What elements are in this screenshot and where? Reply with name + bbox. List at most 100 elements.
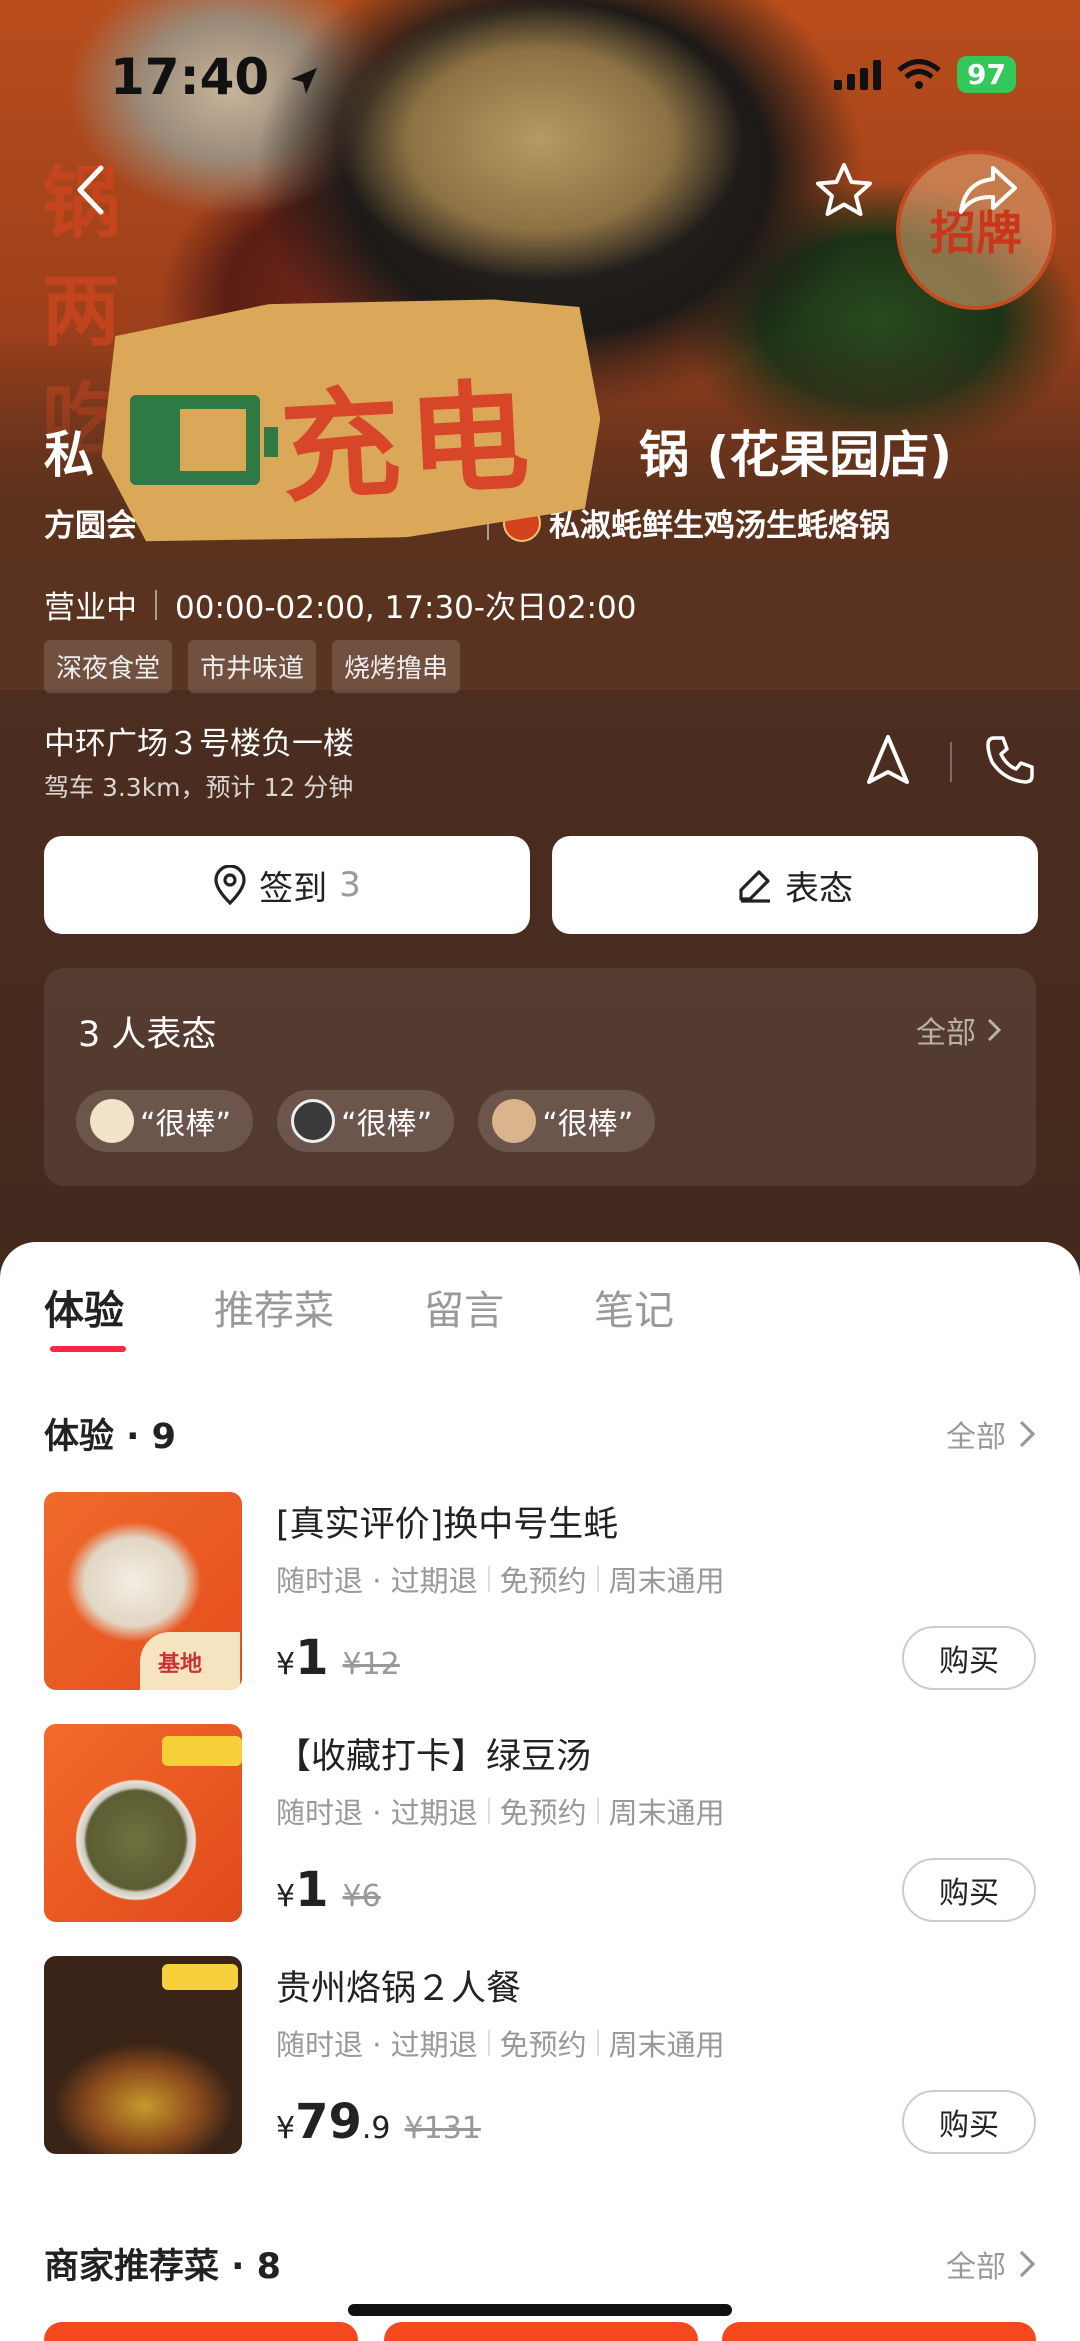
back-button[interactable] (48, 148, 132, 232)
store-address[interactable]: 中环广场３号楼负一楼 (44, 718, 354, 763)
divider (596, 1566, 599, 1592)
reactions-all-link[interactable]: 全部 (916, 1008, 1002, 1052)
tab-bar: 体验 推荐菜 留言 笔记 (44, 1278, 764, 1352)
deal-price: ¥ 1 ¥6 (276, 1862, 381, 1918)
status-bar: 17:40 97 (0, 0, 1080, 150)
divider (950, 742, 952, 782)
deal-price: ¥ 1 ¥12 (276, 1630, 400, 1686)
react-button[interactable]: 表态 (552, 836, 1038, 934)
price-currency: ¥ (276, 1879, 296, 1914)
deal-price: ¥ 79 .9 ¥131 (276, 2094, 481, 2150)
pencil-icon (739, 870, 770, 903)
tab-recommended-dishes[interactable]: 推荐菜 (214, 1278, 334, 1352)
avatar (90, 1099, 134, 1143)
checkin-label: 签到 (259, 868, 328, 909)
deal-item[interactable]: 贵州烙锅２人餐 随时退 · 过期退 免预约 周末通用 ¥ 79 .9 ¥131 … (44, 1956, 1036, 2156)
deal-terms: 随时退 · 过期退 免预约 周末通用 (276, 1558, 725, 1600)
phone-icon (986, 736, 1034, 784)
deal-term: 免预约 (499, 1564, 587, 1598)
reaction-pill[interactable]: “很棒” (277, 1090, 455, 1152)
deal-term: 随时退 · 过期退 (276, 1564, 478, 1598)
deal-image-mung-bean-soup (44, 1724, 242, 1922)
recommend-dish-card[interactable] (44, 2322, 358, 2341)
call-button[interactable] (968, 718, 1052, 802)
tab-notes[interactable]: 笔记 (594, 1278, 674, 1352)
checkin-button[interactable]: 签到 3 (44, 836, 530, 934)
recommend-dish-card[interactable] (722, 2322, 1036, 2341)
open-status: 营业中 (44, 590, 137, 626)
recommend-dish-card[interactable] (384, 2322, 698, 2341)
deal-term: 周末通用 (608, 1564, 725, 1598)
chevron-right-icon (1019, 2250, 1036, 2277)
navigate-button[interactable] (846, 718, 930, 802)
store-title-end: 锅 (花果园店) (639, 426, 953, 484)
price-currency: ¥ (276, 1647, 296, 1682)
share-button[interactable] (946, 148, 1030, 232)
deal-name: [真实评价]换中号生蚝 (276, 1505, 619, 1545)
store-tag[interactable]: 烧烤撸串 (332, 640, 461, 693)
divider (487, 2030, 490, 2056)
reactions-card: 3 人表态 全部 “很棒” “很棒” “很棒” (44, 968, 1036, 1186)
buy-button[interactable]: 购买 (902, 1626, 1036, 1690)
business-hours: 营业中 00:00-02:00, 17:30-次日02:00 (44, 582, 636, 627)
reaction-list: “很棒” “很棒” “很棒” (76, 1090, 656, 1152)
original-price: ¥131 (404, 2111, 481, 2146)
store-tag[interactable]: 深夜食堂 (44, 640, 173, 693)
deal-name: 【收藏打卡】绿豆汤 (276, 1737, 592, 1777)
battery-level: 97 (967, 58, 1006, 91)
price-value: 1 (295, 1630, 329, 1686)
deal-term: 免预约 (499, 1796, 587, 1830)
divider (487, 1798, 490, 1824)
deal-image-oyster: 基地 (44, 1492, 242, 1690)
deal-terms: 随时退 · 过期退 免预约 周末通用 (276, 2022, 725, 2064)
tab-comments[interactable]: 留言 (424, 1278, 504, 1352)
battery-sticker-icon (130, 395, 278, 485)
location-pin-icon (214, 865, 246, 905)
price-value: 79 (295, 2094, 362, 2150)
deal-term: 随时退 · 过期退 (276, 1796, 478, 1830)
deal-term: 随时退 · 过期退 (276, 2028, 478, 2062)
store-tag[interactable]: 市井味道 (188, 640, 317, 693)
experience-header: 体验 · 9 全部 (44, 1408, 1036, 1459)
store-tags: 深夜食堂 市井味道 烧烤撸串 (44, 640, 461, 693)
price-decimal: .9 (361, 2111, 391, 2146)
deal-item[interactable]: 【收藏打卡】绿豆汤 随时退 · 过期退 免预约 周末通用 ¥ 1 ¥6 购买 (44, 1724, 1036, 1924)
reaction-text: “很棒” (542, 1107, 634, 1142)
recommend-all-link[interactable]: 全部 (946, 2242, 1036, 2286)
avatar (492, 1099, 537, 1143)
star-icon (816, 163, 872, 216)
checkin-count: 3 (339, 865, 361, 905)
home-indicator[interactable] (348, 2304, 732, 2316)
clock: 17:40 (110, 48, 270, 106)
status-icons: 97 (834, 56, 1016, 93)
chevron-right-icon (987, 1018, 1002, 1042)
deal-terms: 随时退 · 过期退 免预约 周末通用 (276, 1790, 725, 1832)
store-header: 锅两吃 招牌 私锅 (花果园店) 方圆会 私淑蚝鲜生鸡汤生蚝烙锅 充电 营业中 … (0, 0, 1080, 1300)
travel-distance: 驾车 3.3km，预计 12 分钟 (44, 773, 354, 802)
store-brand[interactable]: 私淑蚝鲜生鸡汤生蚝烙锅 (549, 500, 890, 545)
experience-all-label: 全部 (946, 1419, 1006, 1455)
divider (487, 1566, 490, 1592)
favorite-button[interactable] (802, 148, 886, 232)
divider (155, 589, 157, 620)
experience-title: 体验 · 9 (44, 1417, 177, 1457)
store-area: 方圆会 (44, 508, 137, 544)
experience-all-link[interactable]: 全部 (946, 1412, 1036, 1456)
navigation-arrow-icon (867, 735, 909, 784)
original-price: ¥12 (342, 1647, 400, 1682)
reaction-pill[interactable]: “很棒” (478, 1090, 656, 1152)
cellular-signal-icon (834, 59, 882, 90)
recommend-all-label: 全部 (946, 2249, 1006, 2285)
share-arrow-icon (959, 166, 1017, 214)
chevron-right-icon (1019, 1420, 1036, 1447)
buy-button[interactable]: 购买 (902, 1858, 1036, 1922)
reaction-pill[interactable]: “很棒” (76, 1090, 254, 1152)
reactions-all-label: 全部 (916, 1016, 976, 1051)
deal-item[interactable]: 基地 [真实评价]换中号生蚝 随时退 · 过期退 免预约 周末通用 ¥ 1 ¥1… (44, 1492, 1036, 1692)
original-price: ¥6 (342, 1879, 381, 1914)
deal-term: 周末通用 (608, 1796, 725, 1830)
price-currency: ¥ (276, 2111, 296, 2146)
recommend-header: 商家推荐菜 · 8 全部 (44, 2238, 1036, 2289)
tab-experience[interactable]: 体验 (44, 1278, 126, 1352)
buy-button[interactable]: 购买 (902, 2090, 1036, 2154)
